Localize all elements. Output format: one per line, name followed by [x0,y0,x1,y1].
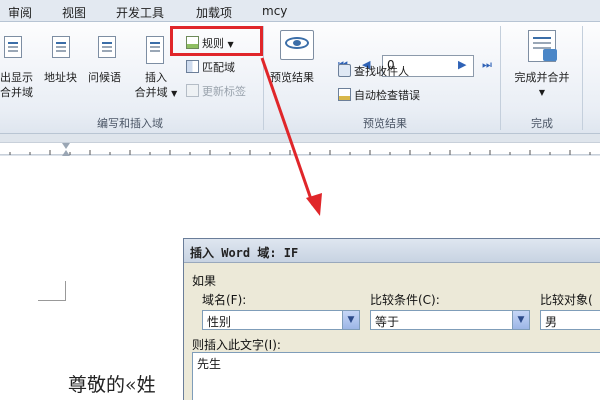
match-fields-icon [186,60,199,73]
field-name-value: 性别 [207,315,232,329]
highlight-fields-label-1: 出显示 [0,71,33,84]
chevron-down-icon: ▼ [171,89,178,98]
update-labels-label: 更新标签 [202,85,246,98]
margin-corner-mark [38,281,66,301]
compare-to-input[interactable]: 男 [540,310,600,330]
find-recipient-label: 查找收件人 [354,65,409,78]
check-errors-icon [338,88,351,101]
insert-word-field-dialog: 插入 Word 域: IF 如果 域名(F): 性别 ▼ 比较条件(C): 等于… [183,238,600,400]
tab-developer[interactable]: 开发工具 [116,4,164,21]
tab-addins[interactable]: 加载项 [196,4,232,21]
update-labels-button[interactable]: 更新标签 [186,84,246,99]
chevron-down-icon: ▼ [538,88,546,97]
chevron-down-icon[interactable]: ▼ [342,311,359,329]
insert-merge-field-label-1: 插入 [145,71,167,84]
match-fields-label: 匹配域 [202,61,235,74]
highlight-fields-icon [4,36,22,58]
field-name-select[interactable]: 性别 ▼ [202,310,360,330]
insert-merge-field-button[interactable]: 插入 合并域 ▼ [132,70,180,101]
address-block-button[interactable]: 地址块 [44,70,77,85]
tab-view[interactable]: 视图 [62,4,86,21]
ribbon-separator [582,26,583,130]
comparison-label: 比较条件(C): [370,293,440,307]
insert-merge-field-icon [146,36,164,64]
comparison-value: 等于 [375,315,400,329]
dialog-title: 插入 Word 域: IF [184,239,600,263]
if-section-label: 如果 [192,274,217,288]
tab-review[interactable]: 审阅 [8,4,32,21]
comparison-select[interactable]: 等于 ▼ [370,310,530,330]
insert-text-input[interactable]: 先生 [192,352,600,400]
ruler-ticks [9,143,591,156]
horizontal-ruler[interactable] [0,142,600,156]
update-labels-icon [186,84,199,97]
finish-merge-label: 完成并合并 [514,71,570,84]
preview-results-button[interactable]: 预览结果 [270,70,314,85]
ribbon: 出显示 合并域 地址块 问候语 插入 合并域 ▼ 规则 ▼ 匹配域 更新标签 编… [0,22,600,134]
last-record-icon[interactable]: ⏭ [482,58,494,72]
document-greeting-text: 尊敬的«姓 [68,374,156,396]
next-record-icon[interactable]: ▶ [458,58,470,72]
ruler-area [0,134,600,142]
field-name-label: 域名(F): [202,293,247,307]
highlight-fields-label-2: 合并域 [0,86,33,99]
highlight-merge-fields-button[interactable]: 出显示 合并域 [0,70,33,100]
greeting-line-icon [98,36,116,58]
highlight-box [170,26,263,56]
group-label-finish: 完成 [531,117,553,130]
finish-merge-button[interactable]: 完成并合并 ▼ [511,70,573,100]
group-label-preview: 预览结果 [363,117,407,130]
tab-mcy[interactable]: mcy [262,4,287,18]
find-recipient-icon [338,64,351,77]
group-label-write-insert: 编写和插入域 [97,117,163,130]
ribbon-separator [263,26,264,130]
auto-check-errors-label: 自动检查错误 [354,89,420,102]
ribbon-tab-bar: 审阅 视图 开发工具 加载项 mcy [0,0,600,22]
compare-to-label: 比较对象( [540,293,593,307]
preview-results-icon [280,30,314,60]
match-fields-button[interactable]: 匹配域 [186,60,235,75]
chevron-down-icon[interactable]: ▼ [512,311,529,329]
finish-merge-icon [528,30,557,62]
address-block-icon [52,36,70,58]
insert-merge-field-label-2: 合并域 [134,86,168,99]
find-recipient-button[interactable]: 查找收件人 [338,64,409,79]
greeting-line-button[interactable]: 问候语 [88,70,121,85]
auto-check-errors-button[interactable]: 自动检查错误 [338,88,420,103]
ribbon-separator [500,26,501,130]
insert-text-label: 则插入此文字(I): [192,338,281,352]
